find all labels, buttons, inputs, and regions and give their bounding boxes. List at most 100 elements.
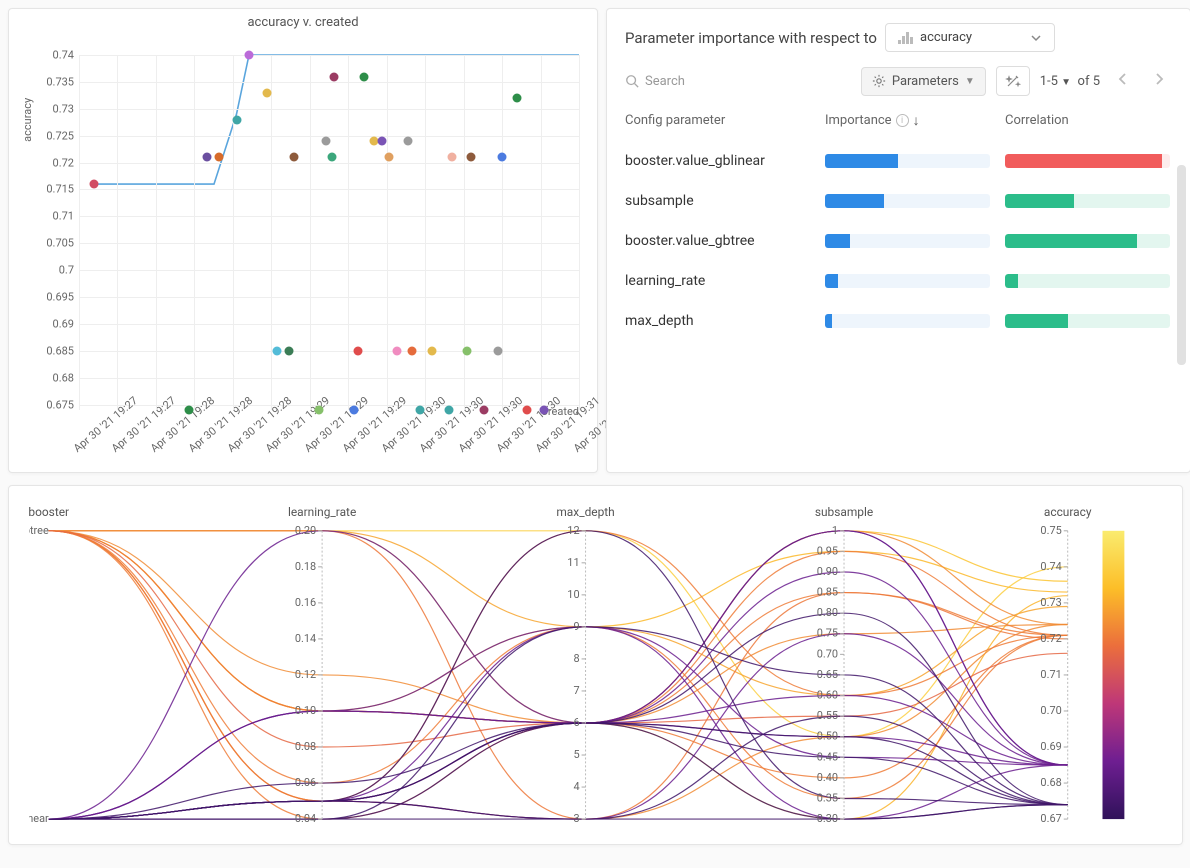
correlation-bar: [1005, 274, 1170, 288]
pc-run-line[interactable]: [49, 572, 1068, 819]
pc-run-line[interactable]: [49, 531, 1068, 747]
pc-run-line[interactable]: [49, 634, 1068, 819]
range-current: 1-5: [1040, 74, 1058, 89]
y-tick: 0.685: [44, 344, 74, 357]
pc-axis-tick: 0.74: [1040, 560, 1061, 573]
scatter-point[interactable]: [416, 406, 425, 415]
scatter-point[interactable]: [462, 346, 471, 355]
magic-wand-button[interactable]: [996, 66, 1030, 96]
pc-run-line[interactable]: [49, 531, 1068, 801]
pc-axis-tick: 4: [573, 780, 579, 793]
importance-row[interactable]: max_depth: [625, 301, 1180, 341]
scatter-point[interactable]: [245, 51, 254, 60]
pc-axis-tick: 7: [573, 684, 579, 697]
y-tick: 0.7: [44, 264, 74, 277]
scatter-point[interactable]: [185, 406, 194, 415]
scatter-point[interactable]: [480, 406, 489, 415]
pc-run-line[interactable]: [49, 696, 1068, 820]
scrollbar-thumb[interactable]: [1177, 165, 1186, 365]
y-tick: 0.725: [44, 129, 74, 142]
correlation-bar: [1005, 314, 1170, 328]
scatter-point[interactable]: [497, 153, 506, 162]
scatter-plot-area[interactable]: Created Apr 30 '21 19:27Apr 30 '21 19:27…: [79, 55, 579, 410]
scatter-point[interactable]: [315, 406, 324, 415]
pc-run-line[interactable]: [49, 531, 1068, 723]
scatter-point[interactable]: [322, 137, 331, 146]
pc-axis-tick: gblinear: [29, 812, 49, 825]
pc-run-line[interactable]: [49, 531, 1068, 723]
scatter-point[interactable]: [392, 346, 401, 355]
col-importance: Importance: [825, 113, 892, 128]
pc-run-line[interactable]: [49, 531, 1068, 737]
pc-run-line[interactable]: [49, 716, 1068, 819]
scatter-point[interactable]: [427, 346, 436, 355]
search-icon: [625, 74, 639, 88]
y-tick: 0.72: [44, 156, 74, 169]
param-name: booster.value_gbtree: [625, 233, 825, 249]
scatter-panel: accuracy v. created accuracy Created Apr…: [8, 8, 598, 473]
scatter-point[interactable]: [385, 153, 394, 162]
pc-axis-tick: 5: [573, 748, 579, 761]
scatter-point[interactable]: [285, 346, 294, 355]
pc-axis-tick: 0.20: [295, 524, 316, 537]
pc-axis-tick: 0.70: [817, 647, 838, 660]
pc-axis-tick: 6: [573, 716, 579, 729]
scatter-point[interactable]: [360, 72, 369, 81]
scatter-point[interactable]: [290, 153, 299, 162]
parameters-button[interactable]: Parameters ▼: [861, 67, 986, 96]
scatter-point[interactable]: [377, 137, 386, 146]
pc-axis-tick: 0.90: [817, 565, 838, 578]
scatter-point[interactable]: [467, 153, 476, 162]
scatter-point[interactable]: [540, 406, 549, 415]
pc-axis-label: booster: [29, 505, 69, 519]
color-legend: [1103, 531, 1125, 819]
scatter-point[interactable]: [327, 153, 336, 162]
pc-axis-tick: 0.18: [295, 560, 316, 573]
parallel-coords-plot[interactable]: boostergbtreegblinearlearning_rate0.200.…: [29, 496, 1162, 834]
scatter-point[interactable]: [447, 153, 456, 162]
importance-row[interactable]: booster.value_gblinear: [625, 141, 1180, 181]
sort-desc-icon[interactable]: ↓: [913, 112, 920, 129]
parameters-button-label: Parameters: [892, 74, 959, 89]
pc-run-line[interactable]: [49, 531, 1068, 819]
chevron-left-icon: [1118, 73, 1128, 85]
search-input[interactable]: Search: [625, 74, 851, 89]
next-page-button[interactable]: [1146, 73, 1172, 89]
pc-run-line[interactable]: [49, 531, 1068, 711]
scatter-point[interactable]: [522, 406, 531, 415]
scatter-point[interactable]: [404, 137, 413, 146]
scatter-point[interactable]: [445, 406, 454, 415]
scatter-point[interactable]: [494, 346, 503, 355]
scatter-point[interactable]: [512, 94, 521, 103]
scatter-point[interactable]: [90, 180, 99, 189]
importance-row[interactable]: learning_rate: [625, 261, 1180, 301]
pc-run-line[interactable]: [49, 531, 1068, 696]
prev-page-button[interactable]: [1110, 73, 1136, 89]
pc-run-line[interactable]: [49, 723, 1068, 819]
y-tick: 0.735: [44, 75, 74, 88]
scatter-point[interactable]: [232, 115, 241, 124]
importance-row[interactable]: subsample: [625, 181, 1180, 221]
pc-axis-tick: 0.75: [1040, 524, 1061, 537]
pc-run-line[interactable]: [49, 531, 1068, 778]
pc-axis-tick: 0.50: [817, 730, 838, 743]
scatter-point[interactable]: [215, 153, 224, 162]
param-name: booster.value_gblinear: [625, 153, 825, 169]
parallel-coords-panel: boostergbtreegblinearlearning_rate0.200.…: [8, 485, 1183, 845]
scatter-point[interactable]: [272, 346, 281, 355]
pc-run-line[interactable]: [49, 531, 1068, 723]
importance-rows: booster.value_gblinear subsample booster.v…: [607, 137, 1190, 345]
info-icon[interactable]: i: [896, 114, 909, 127]
pc-run-line[interactable]: [49, 723, 1068, 819]
pc-axis-tick: 0.16: [295, 596, 316, 609]
metric-select[interactable]: accuracy: [885, 23, 1055, 52]
scatter-point[interactable]: [202, 153, 211, 162]
scatter-point[interactable]: [407, 346, 416, 355]
scatter-point[interactable]: [353, 346, 362, 355]
scatter-point[interactable]: [262, 88, 271, 97]
pc-run-line[interactable]: [49, 531, 1068, 801]
scatter-point[interactable]: [350, 406, 359, 415]
scatter-point[interactable]: [330, 72, 339, 81]
pc-run-line[interactable]: [49, 723, 1068, 819]
importance-row[interactable]: booster.value_gbtree: [625, 221, 1180, 261]
